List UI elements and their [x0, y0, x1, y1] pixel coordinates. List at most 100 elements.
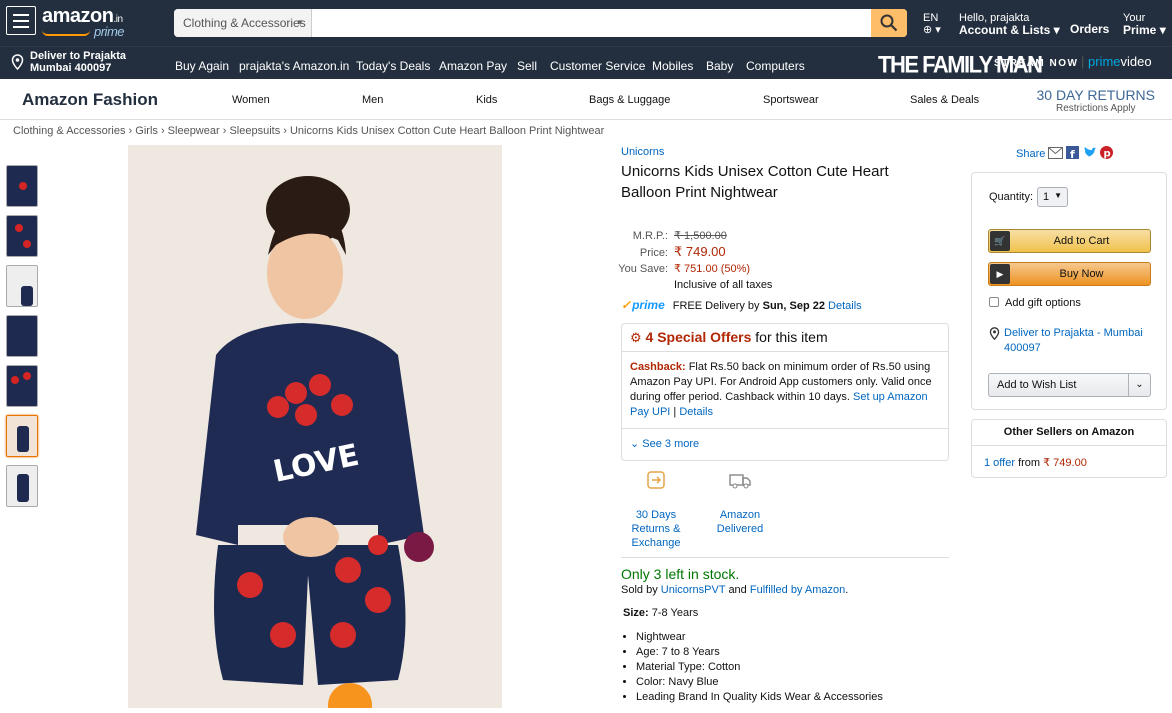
- breadcrumb-item[interactable]: Clothing & Accessories: [13, 125, 126, 137]
- brand-link[interactable]: Unicorns: [621, 146, 664, 158]
- fulfilled-link[interactable]: Fulfilled by Amazon: [750, 584, 845, 596]
- mrp-value: ₹ 1,500.00: [674, 230, 727, 242]
- feature-bullets: Nightwear Age: 7 to 8 Years Material Typ…: [636, 630, 883, 705]
- logo-smile-icon: [42, 30, 90, 36]
- checkbox-icon: [989, 297, 999, 307]
- returns-banner[interactable]: 30 DAY RETURNS Restrictions Apply: [1036, 87, 1155, 114]
- nav-buy-again[interactable]: Buy Again: [175, 59, 229, 73]
- fashion-nav-women[interactable]: Women: [232, 94, 270, 106]
- amazon-delivered-badge[interactable]: Amazon Delivered: [700, 468, 780, 536]
- prime-badge: prime: [621, 298, 665, 312]
- list-item: Nightwear: [636, 630, 883, 645]
- prime-delivery: primeFREE Delivery by Sun, Sep 22 Detail…: [621, 298, 862, 312]
- deliver-to-location[interactable]: Deliver to Prajakta Mumbai 400097: [11, 50, 126, 74]
- other-offers-link[interactable]: 1 offer: [984, 457, 1015, 469]
- fashion-bar: Amazon Fashion Women Men Kids Bags & Lug…: [0, 79, 1172, 120]
- nav-mobiles[interactable]: Mobiles: [652, 59, 693, 73]
- deliver-to-link[interactable]: Deliver to Prajakta - Mumbai 400097: [989, 326, 1164, 356]
- see-more-offers[interactable]: ⌄ See 3 more: [622, 429, 948, 458]
- divider: [621, 557, 949, 558]
- breadcrumb-item[interactable]: Girls: [135, 125, 158, 137]
- quantity-row: Quantity: 1 ▼: [989, 187, 1069, 207]
- play-icon: ▶: [990, 264, 1010, 284]
- buy-now-button[interactable]: ▶ Buy Now: [988, 262, 1151, 286]
- thumbnail-strip: [6, 165, 38, 515]
- thumbnail[interactable]: [6, 265, 38, 307]
- list-item: Age: 7 to 8 Years: [636, 645, 883, 660]
- list-item: Color: Navy Blue: [636, 675, 883, 690]
- fashion-nav-sportswear[interactable]: Sportswear: [763, 94, 819, 106]
- thumbnail[interactable]: [6, 365, 38, 407]
- breadcrumb-item[interactable]: Sleepwear: [168, 125, 220, 137]
- offer-badge-icon: ⚙: [630, 330, 642, 345]
- nav-amazon-pay[interactable]: Amazon Pay: [439, 59, 507, 73]
- delivery-details-link[interactable]: Details: [828, 300, 862, 312]
- product-title: Unicorns Kids Unisex Cotton Cute Heart B…: [621, 163, 889, 201]
- seller-info: Sold by UnicornsPVT and Fulfilled by Ama…: [621, 584, 849, 596]
- price-block: M.R.P.: ₹ 1,500.00 Price: ₹ 749.00 You Sav…: [618, 230, 773, 291]
- share-label: Share: [1016, 148, 1046, 160]
- returns-icon: [647, 471, 665, 489]
- nav-computers[interactable]: Computers: [746, 59, 805, 73]
- pinterest-icon[interactable]: p: [1099, 146, 1113, 160]
- globe-icon: ⊕ ▾: [923, 24, 941, 36]
- special-offers-box: ⚙ 4 Special Offers for this item Cashbac…: [621, 323, 949, 461]
- thumbnail[interactable]: [6, 465, 38, 507]
- prime-menu[interactable]: Your Prime ▾: [1123, 12, 1166, 37]
- search-button[interactable]: [871, 9, 907, 37]
- other-sellers-box: Other Sellers on Amazon 1 offer from ₹ 7…: [971, 419, 1167, 478]
- nav-baby[interactable]: Baby: [706, 59, 733, 73]
- nav-todays-deals[interactable]: Today's Deals: [356, 59, 430, 73]
- product-image[interactable]: LOVE: [128, 145, 502, 708]
- add-to-wish-list-button[interactable]: Add to Wish List ⌄: [988, 373, 1151, 397]
- list-item: Leading Brand In Quality Kids Wear & Acc…: [636, 690, 883, 705]
- amazon-logo[interactable]: amazon.in prime: [42, 5, 125, 39]
- seller-link[interactable]: UnicornsPVT: [661, 584, 726, 596]
- search-input[interactable]: [312, 9, 870, 37]
- menu-icon[interactable]: [6, 6, 36, 35]
- fashion-nav-bags[interactable]: Bags & Luggage: [589, 94, 670, 106]
- returns-badge[interactable]: 30 Days Returns & Exchange: [616, 468, 696, 550]
- top-header: amazon.in prime Clothing & Accessories ▼ …: [0, 0, 1172, 46]
- fashion-nav-sales[interactable]: Sales & Deals: [910, 94, 979, 106]
- gift-options-checkbox[interactable]: Add gift options: [989, 297, 1081, 309]
- breadcrumb-item[interactable]: Sleepsuits: [229, 125, 280, 137]
- offer-details-link[interactable]: Details: [679, 406, 713, 418]
- quantity-select[interactable]: 1 ▼: [1037, 187, 1069, 207]
- stock-status: Only 3 left in stock.: [621, 566, 740, 582]
- location-pin-icon: [989, 327, 1000, 340]
- offers-count: 4 Special Offers: [645, 329, 752, 345]
- search-category-dropdown[interactable]: Clothing & Accessories ▼: [174, 9, 312, 37]
- nav-sell[interactable]: Sell: [517, 59, 537, 73]
- add-to-cart-button[interactable]: 🛒 Add to Cart: [988, 229, 1151, 253]
- other-offer-price: ₹ 749.00: [1043, 457, 1087, 469]
- language-selector[interactable]: EN ⊕ ▾: [923, 12, 941, 36]
- thumbnail[interactable]: [6, 215, 38, 257]
- price-value: ₹ 749.00: [674, 244, 726, 259]
- account-lists[interactable]: Hello, prajakta Account & Lists ▾: [959, 12, 1060, 37]
- share-row: Share f p: [1016, 146, 1113, 161]
- thumbnail[interactable]: [6, 315, 38, 357]
- list-item: Material Type: Cotton: [636, 660, 883, 675]
- chevron-down-icon[interactable]: ⌄: [1128, 374, 1150, 396]
- breadcrumb-item[interactable]: Unicorns Kids Unisex Cotton Cute Heart B…: [290, 125, 604, 137]
- facebook-icon[interactable]: f: [1066, 146, 1080, 161]
- nav-customer-service[interactable]: Customer Service: [550, 59, 645, 73]
- search-icon: [880, 14, 898, 32]
- svg-text:p: p: [1103, 149, 1110, 160]
- fashion-nav-kids[interactable]: Kids: [476, 94, 497, 106]
- fashion-nav-men[interactable]: Men: [362, 94, 383, 106]
- cashback-offer: Cashback: Flat Rs.50 back on minimum ord…: [622, 352, 948, 429]
- twitter-icon[interactable]: [1083, 147, 1097, 159]
- breadcrumb: Clothing & Accessories › Girls › Sleepwe…: [13, 125, 605, 137]
- email-icon[interactable]: [1048, 147, 1064, 159]
- amazon-fashion-title[interactable]: Amazon Fashion: [22, 90, 158, 110]
- thumbnail[interactable]: [6, 165, 38, 207]
- thumbnail-selected[interactable]: [6, 415, 38, 457]
- nav-my-amazon[interactable]: prajakta's Amazon.in: [239, 59, 349, 73]
- prime-video-logo[interactable]: | primevideo: [1081, 54, 1152, 69]
- orders-link[interactable]: Orders: [1070, 23, 1109, 36]
- promo-stream-now[interactable]: STREAM NOW: [994, 58, 1078, 69]
- savings-value: ₹ 751.00 (50%): [674, 263, 751, 275]
- svg-text:f: f: [1070, 148, 1075, 159]
